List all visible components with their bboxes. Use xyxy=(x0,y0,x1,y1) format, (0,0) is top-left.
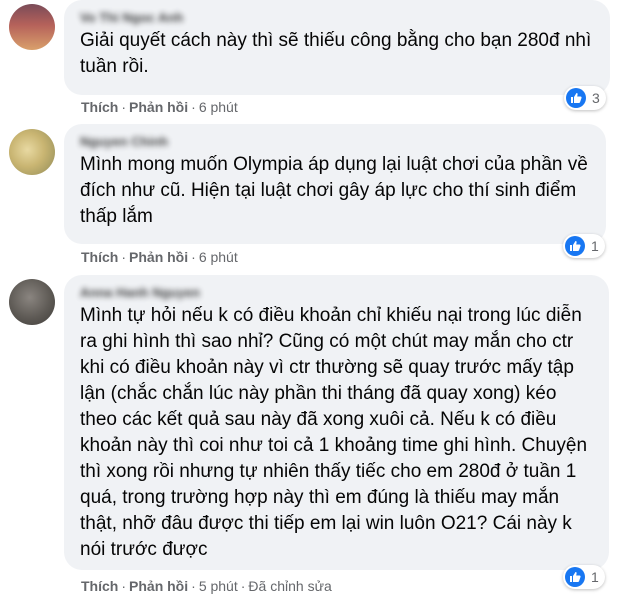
like-reaction-icon xyxy=(566,88,586,108)
avatar[interactable] xyxy=(9,129,55,175)
edited-label[interactable]: Đã chỉnh sửa xyxy=(248,578,331,594)
comment-time[interactable]: 5 phút xyxy=(199,578,238,594)
avatar[interactable] xyxy=(9,279,55,325)
like-link[interactable]: Thích xyxy=(81,578,118,594)
comment-bubble: Vo Thi Ngoc Anh Giải quyết cách này thì … xyxy=(64,0,610,95)
like-reaction-icon xyxy=(565,567,585,587)
comment-text: Giải quyết cách này thì sẽ thiếu công bằ… xyxy=(80,30,592,77)
reaction-count: 1 xyxy=(591,569,599,585)
comment-time[interactable]: 6 phút xyxy=(199,249,238,265)
comment-1: Vo Thi Ngoc Anh Giải quyết cách này thì … xyxy=(0,0,620,120)
comment-author[interactable]: Vo Thi Ngoc Anh xyxy=(80,10,596,26)
like-link[interactable]: Thích xyxy=(81,249,118,265)
reaction-count: 1 xyxy=(591,238,599,254)
comment-bubble: Nguyen Chinh Mình mong muốn Olympia áp d… xyxy=(64,124,606,244)
comment-text: Mình mong muốn Olympia áp dụng lại luật … xyxy=(80,154,588,227)
comment-author[interactable]: Nguyen Chinh xyxy=(80,134,592,150)
comment-text: Mình tự hỏi nếu k có điều khoản chỉ khiế… xyxy=(80,305,588,560)
reply-link[interactable]: Phản hồi xyxy=(129,99,188,115)
reaction-badge[interactable]: 1 xyxy=(563,234,605,258)
comment-2: Nguyen Chinh Mình mong muốn Olympia áp d… xyxy=(0,124,620,269)
reaction-badge[interactable]: 1 xyxy=(563,565,605,589)
comment-bubble: Anna Hanh Nguyen Mình tự hỏi nếu k có đi… xyxy=(64,275,609,570)
avatar[interactable] xyxy=(9,4,55,50)
comment-author[interactable]: Anna Hanh Nguyen xyxy=(80,285,595,301)
comment-actions: Thích · Phản hồi · 5 phút · Đã chỉnh sửa xyxy=(81,578,332,594)
comment-actions: Thích · Phản hồi · 6 phút xyxy=(81,99,238,115)
like-reaction-icon xyxy=(565,236,585,256)
like-link[interactable]: Thích xyxy=(81,99,118,115)
reaction-count: 3 xyxy=(592,90,600,106)
reply-link[interactable]: Phản hồi xyxy=(129,578,188,594)
reply-link[interactable]: Phản hồi xyxy=(129,249,188,265)
comment-time[interactable]: 6 phút xyxy=(199,99,238,115)
comment-actions: Thích · Phản hồi · 6 phút xyxy=(81,249,238,265)
reaction-badge[interactable]: 3 xyxy=(564,86,606,110)
comment-3: Anna Hanh Nguyen Mình tự hỏi nếu k có đi… xyxy=(0,275,620,603)
